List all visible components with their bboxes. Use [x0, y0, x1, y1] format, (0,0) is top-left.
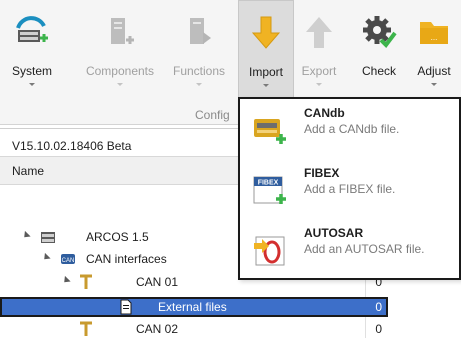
components-label: Components — [85, 64, 155, 78]
adjust-label: Adjust — [417, 64, 451, 78]
tree-label: ARCOS 1.5 — [86, 230, 149, 244]
adjust-folder-icon: ... — [420, 22, 448, 44]
import-dropdown-menu: CANdb Add a CANdb file. FIBEX FIBEX Add … — [238, 97, 461, 280]
tree-value: 0 — [375, 322, 382, 336]
chevron-down-icon — [117, 83, 123, 86]
tree-label: CAN 02 — [136, 322, 179, 336]
ribbon-group-label: Config — [195, 108, 230, 122]
export-arrow-icon — [306, 17, 332, 48]
chevron-down-icon — [431, 83, 437, 86]
import-button[interactable]: Import — [238, 0, 294, 100]
tree-label: CAN 01 — [136, 275, 179, 289]
menu-item-title: CANdb — [304, 106, 345, 120]
system-button[interactable]: System — [4, 0, 60, 100]
bus-icon — [80, 274, 92, 289]
can-icon: CAN — [61, 254, 75, 264]
column-header-name[interactable]: Name — [12, 164, 44, 178]
chevron-down-icon — [316, 83, 322, 86]
expand-chevron-icon[interactable] — [41, 252, 51, 263]
components-button[interactable]: Components — [80, 0, 160, 100]
menu-item-description: Add an AUTOSAR file. — [304, 242, 425, 256]
menu-item-title: FIBEX — [304, 166, 340, 180]
file-icon — [120, 299, 132, 315]
export-button[interactable]: Export — [296, 0, 342, 100]
bus-icon — [80, 321, 92, 336]
menu-item-fibex[interactable]: FIBEX FIBEX Add a FIBEX file. — [240, 161, 459, 219]
tree-row-external-files[interactable]: External files 0 — [0, 297, 388, 317]
check-label: Check — [361, 64, 396, 78]
fibex-icon: FIBEX — [253, 176, 286, 204]
export-label: Export — [301, 64, 337, 78]
tree-label: External files — [158, 300, 227, 314]
menu-item-description: Add a CANdb file. — [304, 122, 400, 136]
chevron-down-icon — [29, 83, 35, 86]
svg-text:...: ... — [431, 33, 438, 42]
tree-value: 0 — [375, 300, 382, 314]
expand-chevron-icon[interactable] — [21, 230, 31, 241]
import-arrow-icon — [251, 16, 281, 49]
candb-icon — [254, 119, 286, 144]
system-label: System — [11, 64, 52, 78]
menu-item-title: AUTOSAR — [304, 226, 364, 240]
chevron-down-icon — [196, 83, 202, 86]
functions-label: Functions — [172, 64, 226, 78]
server-icon — [41, 232, 55, 243]
menu-item-description: Add a FIBEX file. — [304, 182, 396, 196]
chevron-down-icon — [263, 84, 269, 87]
check-button[interactable]: Check — [354, 0, 404, 100]
fibex-badge-text: FIBEX — [258, 180, 279, 187]
tree-row-can02[interactable]: CAN 02 0 — [0, 320, 388, 338]
tree-label: CAN interfaces — [86, 252, 167, 266]
components-icon — [111, 18, 134, 44]
autosar-icon — [254, 236, 285, 266]
import-label: Import — [248, 65, 283, 79]
system-icon — [16, 16, 48, 42]
menu-item-autosar[interactable]: AUTOSAR Add an AUTOSAR file. — [240, 221, 459, 279]
menu-item-candb[interactable]: CANdb Add a CANdb file. — [240, 101, 459, 159]
functions-icon — [190, 18, 211, 44]
functions-button[interactable]: Functions — [164, 0, 234, 100]
expand-chevron-icon[interactable] — [61, 275, 71, 286]
check-gear-icon — [363, 16, 397, 49]
adjust-button[interactable]: ... Adjust — [408, 0, 460, 100]
svg-text:CAN: CAN — [62, 258, 75, 264]
